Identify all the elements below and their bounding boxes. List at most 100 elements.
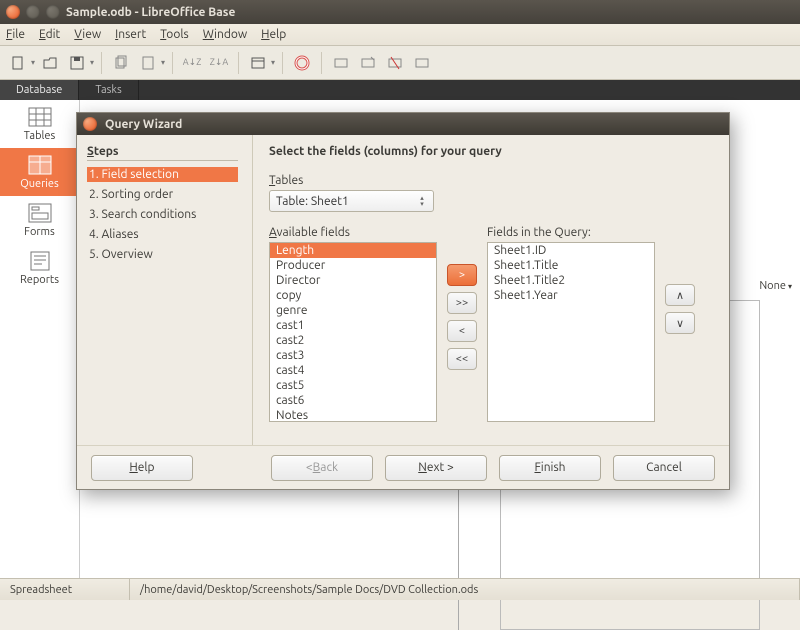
step-sorting-order[interactable]: 2. Sorting order (87, 187, 238, 202)
preview-dropdown[interactable]: None ▾ (759, 280, 792, 292)
table-combobox-value: Table: Sheet1 (276, 195, 349, 208)
window-close-button[interactable] (6, 5, 20, 19)
add-all-fields-button[interactable]: >> (447, 292, 477, 314)
list-item[interactable]: cast1 (270, 318, 436, 333)
step-search-conditions[interactable]: 3. Search conditions (87, 207, 238, 222)
available-fields-listbox[interactable]: Length Producer Director copy genre cast… (269, 242, 437, 422)
toolbar-table-delete-icon[interactable] (383, 51, 407, 75)
toolbar-save-dropdown[interactable]: ▾ (92, 58, 94, 67)
toolbar-help-lifering-icon[interactable] (290, 51, 314, 75)
cancel-button[interactable]: Cancel (613, 455, 715, 481)
toolbar-sort-desc-button[interactable]: Z↓A (207, 51, 231, 75)
wizard-titlebar[interactable]: Query Wizard (77, 113, 729, 135)
list-item[interactable]: Notes (270, 408, 436, 422)
menu-window[interactable]: Window (203, 28, 247, 41)
window-maximize-button[interactable] (46, 5, 60, 19)
tables-label: Tables (269, 174, 711, 187)
query-wizard-dialog: Query Wizard Steps 1. Field selection 2.… (76, 112, 730, 490)
move-up-button[interactable]: ∧ (665, 284, 695, 306)
toolbar-sort-asc-button[interactable]: A↓Z (180, 51, 204, 75)
toolbar-table-new-icon[interactable] (329, 51, 353, 75)
tables-icon (26, 106, 54, 128)
list-item[interactable]: Sheet1.ID (488, 243, 654, 258)
step-field-selection[interactable]: 1. Field selection (87, 167, 238, 182)
menu-tools[interactable]: Tools (160, 28, 189, 41)
toolbar-separator (321, 52, 322, 74)
list-item[interactable]: cast2 (270, 333, 436, 348)
step-overview[interactable]: 5. Overview (87, 247, 238, 262)
list-item[interactable]: Director (270, 273, 436, 288)
table-combobox[interactable]: Table: Sheet1 ▴▾ (269, 190, 434, 212)
spinner-icon: ▴▾ (415, 195, 429, 207)
statusbar: Spreadsheet /home/david/Desktop/Screensh… (0, 578, 800, 600)
nav-tables-label: Tables (24, 130, 56, 142)
fields-in-query-label: Fields in the Query: (487, 226, 655, 239)
tab-database[interactable]: Database (0, 80, 79, 100)
list-item[interactable]: Sheet1.Title (488, 258, 654, 273)
nav-queries-label: Queries (20, 178, 59, 190)
list-item[interactable]: cast4 (270, 363, 436, 378)
toolbar-paste-button[interactable] (136, 51, 160, 75)
list-item[interactable]: copy (270, 288, 436, 303)
tab-tasks[interactable]: Tasks (79, 80, 138, 100)
remove-all-fields-button[interactable]: << (447, 348, 477, 370)
tabstrip: Database Tasks (0, 80, 800, 100)
nav-queries[interactable]: Queries (0, 148, 79, 196)
list-item[interactable]: cast6 (270, 393, 436, 408)
toolbar-copy-button[interactable] (109, 51, 133, 75)
list-item[interactable]: Length (270, 243, 436, 258)
move-down-button[interactable]: ∨ (665, 312, 695, 334)
menu-file[interactable]: File (6, 28, 25, 41)
toolbar-table-open-icon[interactable] (356, 51, 380, 75)
toolbar-open-button[interactable] (38, 51, 62, 75)
toolbar-separator (238, 52, 239, 74)
list-item[interactable]: Sheet1.Title2 (488, 273, 654, 288)
back-button[interactable]: < Back (271, 455, 373, 481)
toolbar-form-dropdown[interactable]: ▾ (273, 58, 275, 67)
toolbar-paste-dropdown[interactable]: ▾ (163, 58, 165, 67)
steps-heading: Steps (87, 145, 238, 161)
toolbar: ▾ ▾ ▾ A↓Z Z↓A ▾ (0, 46, 800, 80)
list-item[interactable]: cast3 (270, 348, 436, 363)
menu-view[interactable]: View (74, 28, 101, 41)
nav-reports[interactable]: Reports (0, 244, 79, 292)
toolbar-table-rename-icon[interactable] (410, 51, 434, 75)
menu-help[interactable]: Help (261, 28, 286, 41)
list-item[interactable]: Sheet1.Year (488, 288, 654, 303)
forms-icon (26, 202, 54, 224)
statusbar-path: /home/david/Desktop/Screenshots/Sample D… (130, 579, 800, 600)
database-nav: Tables Queries Forms Reports (0, 100, 80, 578)
wizard-content: Select the fields (columns) for your que… (253, 135, 729, 445)
step-aliases[interactable]: 4. Aliases (87, 227, 238, 242)
nav-tables[interactable]: Tables (0, 100, 79, 148)
toolbar-separator (172, 52, 173, 74)
nav-reports-label: Reports (20, 274, 59, 286)
window-minimize-button[interactable] (26, 5, 40, 19)
add-field-button[interactable]: > (447, 264, 477, 286)
chevron-down-icon: ▾ (788, 282, 792, 291)
help-button[interactable]: Help (91, 455, 193, 481)
toolbar-save-button[interactable] (65, 51, 89, 75)
wizard-title: Query Wizard (105, 118, 182, 131)
wizard-button-row: Help < Back Next > Finish Cancel (77, 445, 729, 489)
wizard-close-button[interactable] (83, 117, 97, 131)
list-item[interactable]: Producer (270, 258, 436, 273)
toolbar-form-button[interactable] (246, 51, 270, 75)
remove-field-button[interactable]: < (447, 320, 477, 342)
window-title: Sample.odb - LibreOffice Base (66, 6, 235, 19)
available-fields-label: Available fields (269, 226, 437, 239)
fields-in-query-listbox[interactable]: Sheet1.ID Sheet1.Title Sheet1.Title2 She… (487, 242, 655, 422)
next-button[interactable]: Next > (385, 455, 487, 481)
reports-icon (26, 250, 54, 272)
preview-dropdown-label: None (759, 280, 786, 292)
transfer-buttons: > >> < << (447, 226, 477, 422)
toolbar-separator (101, 52, 102, 74)
list-item[interactable]: cast5 (270, 378, 436, 393)
toolbar-new-dropdown[interactable]: ▾ (33, 58, 35, 67)
toolbar-new-button[interactable] (6, 51, 30, 75)
nav-forms[interactable]: Forms (0, 196, 79, 244)
menu-insert[interactable]: Insert (115, 28, 146, 41)
menu-edit[interactable]: Edit (39, 28, 60, 41)
list-item[interactable]: genre (270, 303, 436, 318)
finish-button[interactable]: Finish (499, 455, 601, 481)
